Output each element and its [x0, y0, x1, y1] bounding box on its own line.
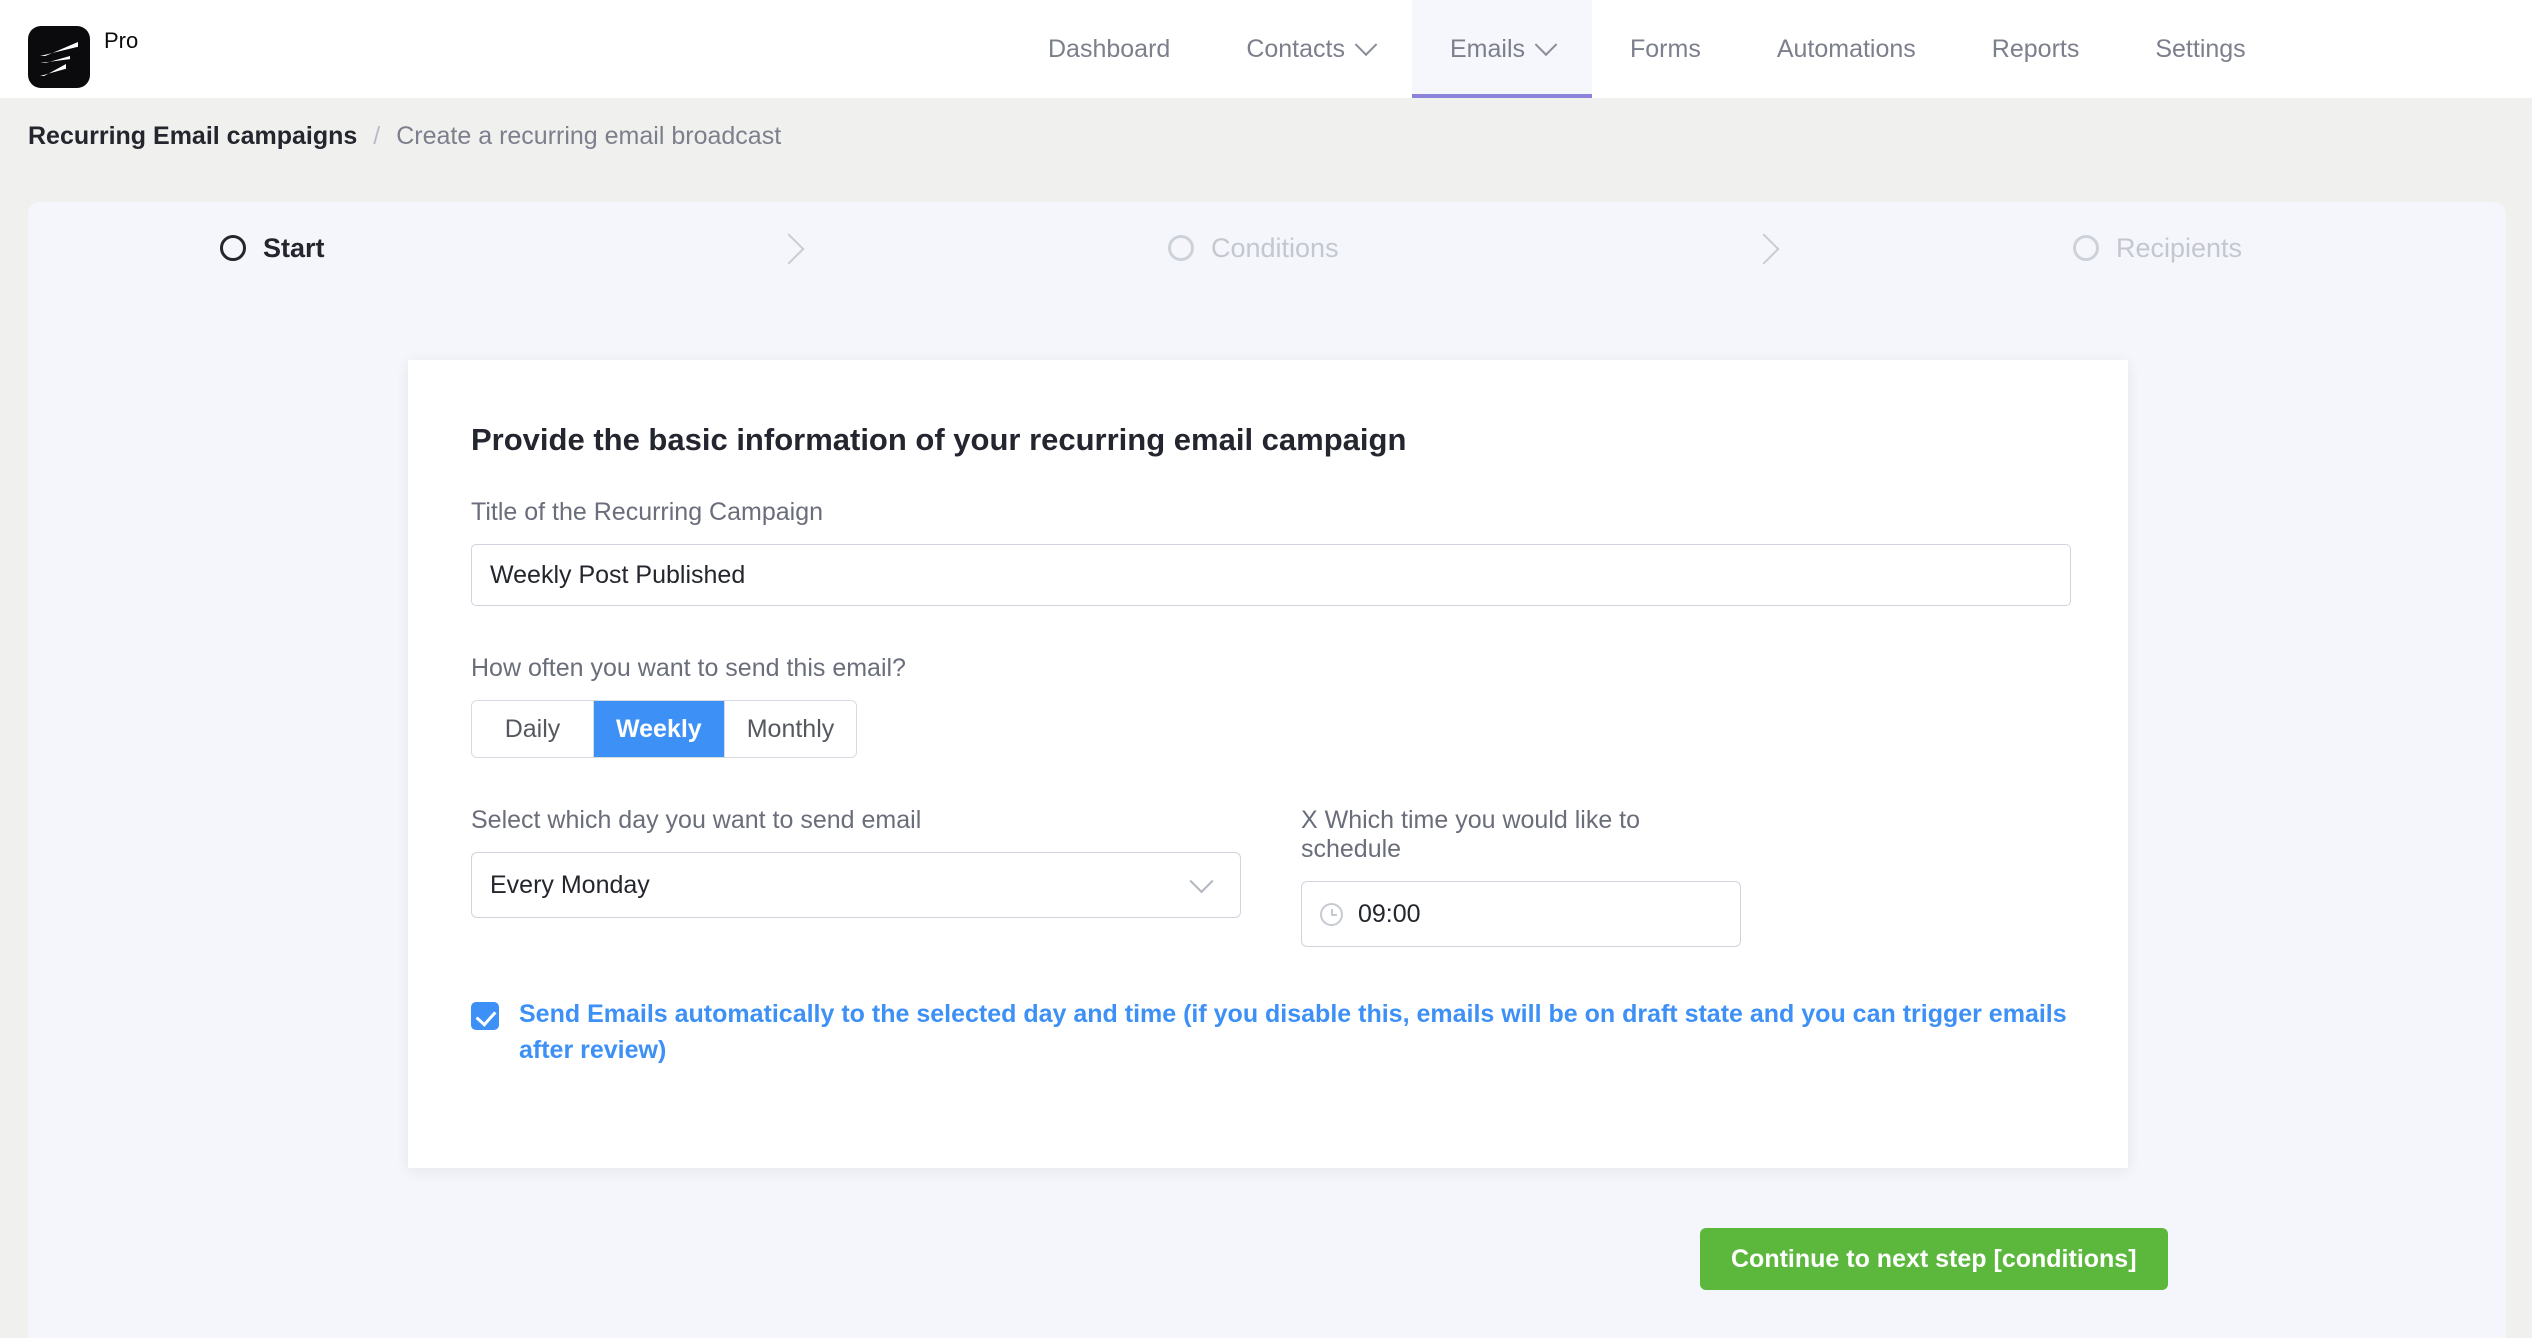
step-circle-icon [220, 235, 246, 261]
chevron-down-icon [1354, 33, 1378, 57]
breadcrumb-root-link[interactable]: Recurring Email campaigns [28, 122, 357, 151]
nav-item-forms[interactable]: Forms [1592, 0, 1739, 98]
nav-item-automations[interactable]: Automations [1739, 0, 1954, 98]
brand[interactable]: Pro [0, 0, 138, 98]
step-label: Start [263, 232, 325, 263]
nav-item-contacts[interactable]: Contacts [1208, 0, 1412, 98]
nav-item-label: Automations [1776, 34, 1916, 63]
brand-name: Pro [104, 28, 139, 53]
frequency-option-weekly[interactable]: Weekly [594, 701, 725, 757]
wizard-stepper: Start Conditions Recipients [28, 202, 2506, 294]
step-start[interactable]: Start [220, 233, 325, 264]
day-select-value: Every Monday [490, 870, 650, 899]
chevron-right-icon [773, 233, 805, 265]
step-recipients[interactable]: Recipients [2073, 233, 2242, 264]
frequency-segmented-control: Daily Weekly Monthly [471, 700, 858, 758]
chevron-right-icon [1748, 233, 1780, 265]
step-circle-icon [1168, 235, 1194, 261]
frequency-option-monthly[interactable]: Monthly [724, 701, 857, 757]
nav-item-label: Settings [2155, 34, 2246, 63]
continue-to-next-step-button[interactable]: Continue to next step [conditions] [1700, 1228, 2168, 1290]
content-panel: Start Conditions Recipients Provide the … [28, 202, 2506, 1338]
nav-item-emails[interactable]: Emails [1411, 0, 1593, 98]
clock-icon [1320, 902, 1343, 926]
campaign-basic-info-card: Provide the basic information of your re… [408, 360, 2128, 1168]
breadcrumb-current: Create a recurring email broadcast [396, 121, 782, 150]
step-label: Recipients [2116, 232, 2243, 263]
frequency-option-daily[interactable]: Daily [472, 701, 594, 757]
chevron-down-icon [1534, 33, 1558, 57]
fluentcrm-logo-icon [28, 26, 90, 88]
nav-item-label: Reports [1991, 34, 2080, 63]
top-navigation-bar: Pro Dashboard Contacts Emails Forms Auto… [0, 0, 2532, 98]
campaign-title-label: Title of the Recurring Campaign [471, 498, 824, 526]
chevron-down-icon [1189, 868, 1214, 893]
nav-item-dashboard[interactable]: Dashboard [1010, 0, 1208, 98]
nav-item-label: Forms [1630, 34, 1701, 63]
nav-item-label: Dashboard [1048, 34, 1171, 63]
day-label: Select which day you want to send email [471, 806, 922, 834]
frequency-label: How often you want to send this email? [471, 654, 906, 682]
day-select[interactable]: Every Monday [471, 852, 1241, 918]
campaign-title-input[interactable] [471, 544, 2071, 606]
time-value: 09:00 [1358, 899, 1421, 928]
auto-send-label[interactable]: Send Emails automatically to the selecte… [519, 997, 2081, 1068]
auto-send-row: Send Emails automatically to the selecte… [471, 997, 2081, 1068]
step-circle-icon [2073, 235, 2099, 261]
nav-item-label: Emails [1449, 34, 1525, 63]
time-label: X Which time you would like to schedule [1301, 806, 1641, 863]
auto-send-checkbox[interactable] [471, 1002, 499, 1030]
schedule-row: Select which day you want to send email … [471, 806, 2065, 947]
step-label: Conditions [1211, 232, 1339, 263]
breadcrumb: Recurring Email campaigns / Create a rec… [0, 98, 2532, 174]
nav-item-settings[interactable]: Settings [2117, 0, 2283, 98]
nav-item-label: Contacts [1246, 34, 1345, 63]
card-title: Provide the basic information of your re… [471, 422, 1407, 457]
breadcrumb-separator: / [373, 121, 381, 150]
time-field-group: X Which time you would like to schedule … [1301, 806, 1741, 947]
step-conditions[interactable]: Conditions [1168, 233, 1339, 264]
time-input[interactable]: 09:00 [1301, 881, 1741, 947]
day-field-group: Select which day you want to send email … [471, 806, 1241, 947]
nav-item-reports[interactable]: Reports [1954, 0, 2118, 98]
main-nav: Dashboard Contacts Emails Forms Automati… [1010, 0, 2284, 98]
